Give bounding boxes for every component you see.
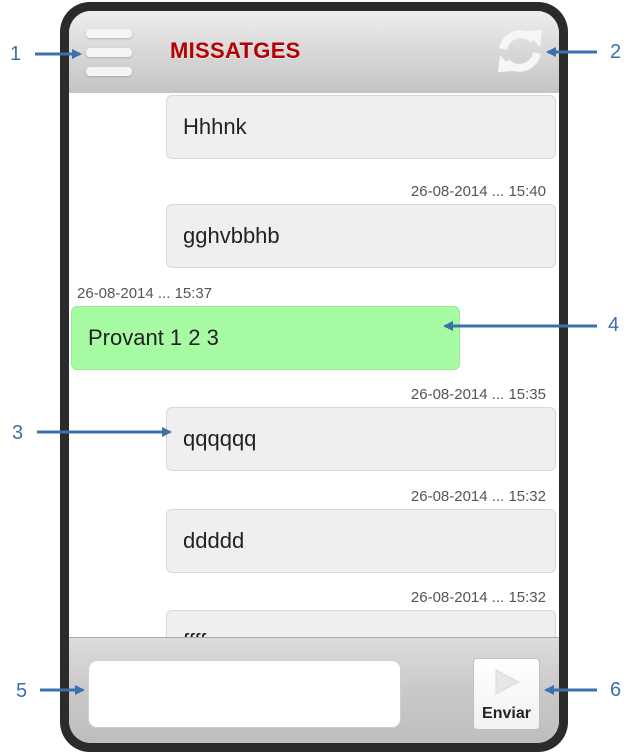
message-timestamp: 26-08-2014 ... 15:32 (410, 488, 546, 505)
message-timestamp: 26-08-2014 ... 15:35 (410, 386, 546, 403)
message-bubble: Hhhnk (166, 95, 556, 159)
message-bubble: qqqqqq (166, 407, 556, 471)
send-button-label: Enviar (482, 705, 531, 722)
send-button[interactable]: Enviar (473, 658, 540, 730)
message-timestamp: 26-08-2014 ... 15:32 (410, 589, 546, 606)
play-icon (495, 669, 520, 695)
callout-label-1: 1 (10, 43, 22, 65)
header-bar: MISSATGES (69, 11, 559, 94)
message-input[interactable] (88, 660, 401, 728)
callout-label-2: 2 (610, 41, 622, 63)
message-bubble: ddddd (166, 509, 556, 573)
refresh-icon[interactable] (495, 25, 545, 77)
message-bubble: ffff (166, 610, 556, 637)
message-list[interactable]: Hhhnk 26-08-2014 ... 15:40 gghvbbhb 26-0… (69, 93, 559, 637)
callout-label-4: 4 (608, 314, 620, 336)
hamburger-menu-icon[interactable] (86, 29, 132, 77)
callout-label-6: 6 (610, 679, 622, 701)
callout-label-5: 5 (16, 680, 28, 702)
page-title: MISSATGES (170, 38, 301, 63)
message-bubble: gghvbbhb (166, 204, 556, 268)
message-bubble-received: Provant 1 2 3 (71, 306, 460, 370)
app-screen: MISSATGES Hhhnk 26-08-2014 ... 15:40 ggh… (69, 11, 559, 743)
compose-bar: Enviar (69, 637, 559, 743)
message-timestamp: 26-08-2014 ... 15:37 (77, 285, 213, 302)
callout-label-3: 3 (12, 422, 24, 444)
message-timestamp: 26-08-2014 ... 15:40 (410, 183, 546, 200)
phone-frame: MISSATGES Hhhnk 26-08-2014 ... 15:40 ggh… (60, 2, 568, 752)
